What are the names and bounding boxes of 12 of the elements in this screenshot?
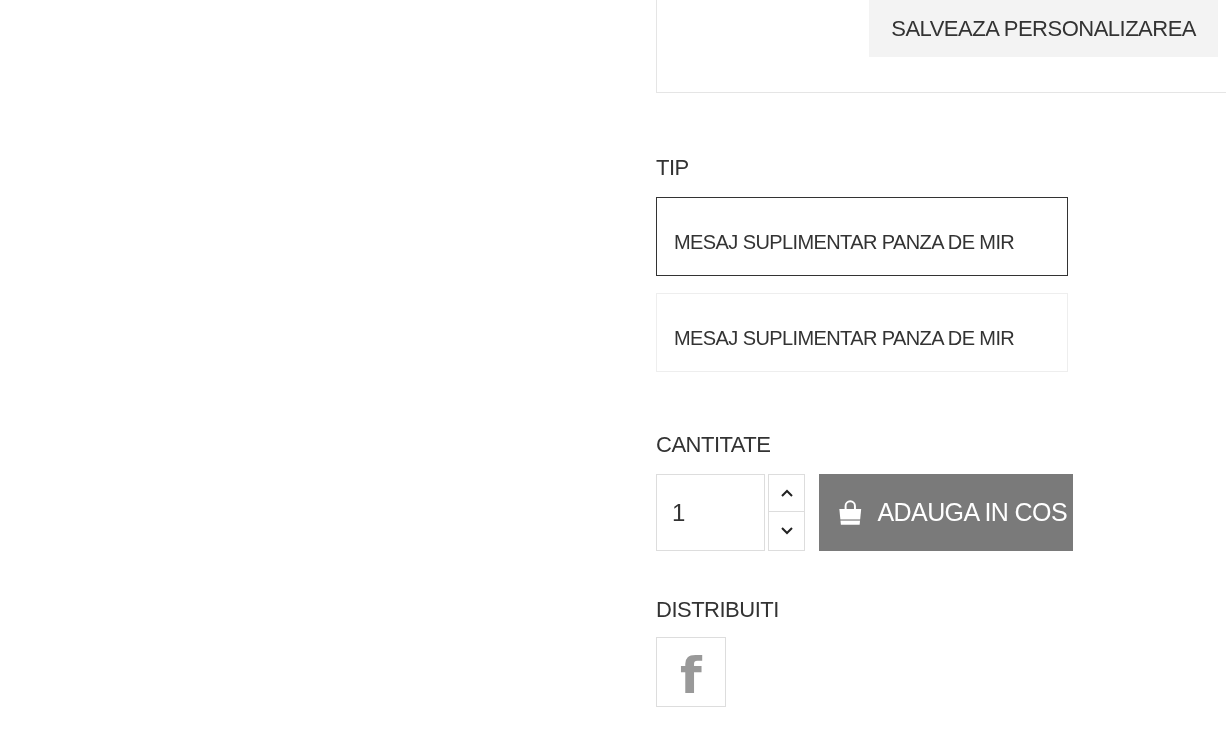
- variant-option[interactable]: MESAJ SUPLIMENTAR PANZA DE MIR: [656, 293, 1068, 372]
- add-to-cart-button[interactable]: ADAUGA IN COS: [819, 474, 1073, 551]
- chevron-down-icon: [780, 527, 793, 535]
- chevron-up-icon: [780, 489, 793, 497]
- save-customization-button[interactable]: SALVEAZA PERSONALIZAREA: [869, 0, 1218, 57]
- variant-option[interactable]: MESAJ SUPLIMENTAR PANZA DE MIR: [656, 197, 1068, 276]
- quantity-field[interactable]: 1: [656, 474, 765, 551]
- share-label: DISTRIBUITI: [656, 597, 780, 623]
- quantity-label: CANTITATE: [656, 432, 772, 458]
- increase-button[interactable]: [768, 474, 805, 512]
- decrease-button[interactable]: [768, 512, 805, 551]
- variant-label: TIP: [656, 155, 690, 181]
